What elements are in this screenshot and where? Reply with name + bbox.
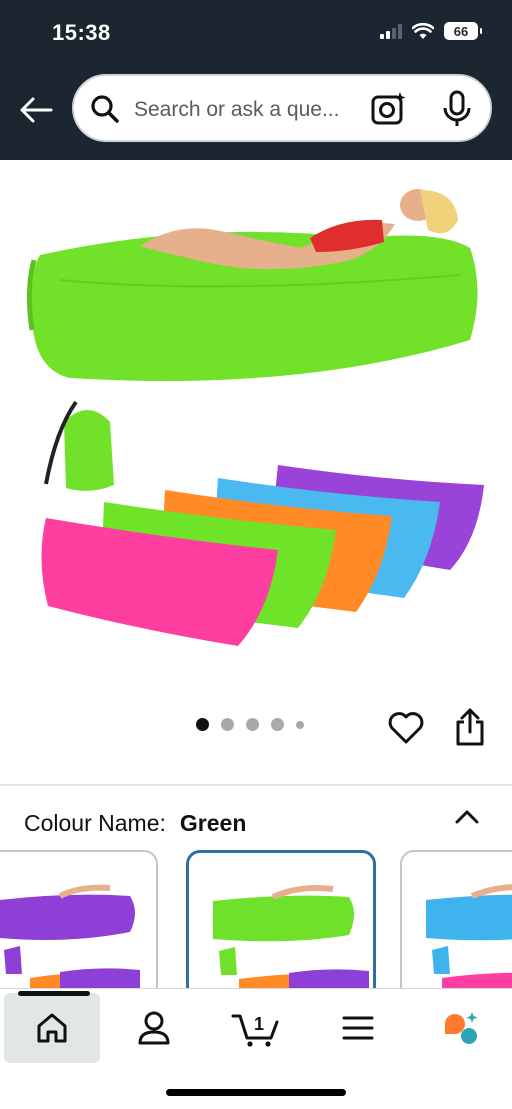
nav-menu[interactable] [310,993,406,1063]
nav-rufus-ai[interactable] [412,993,508,1063]
search-bar[interactable]: Search or ask a que... [72,74,492,142]
nav-cart[interactable]: 1 [208,993,304,1063]
status-bar: 15:38 66 [0,0,512,66]
hamburger-menu-icon [342,1016,374,1040]
camera-search-icon[interactable] [370,90,408,128]
chevron-up-icon[interactable] [452,804,482,828]
search-icon [91,95,119,123]
carousel-dot[interactable] [296,720,304,729]
ai-assistant-icon [445,1012,478,1044]
cellular-signal-icon [380,23,402,39]
carousel-dot[interactable] [271,718,284,731]
colour-name-row: Colour Name: Green [24,810,246,837]
back-button[interactable] [16,92,56,128]
share-icon [456,708,484,746]
battery-level: 66 [453,23,469,39]
search-header: Search or ask a que... [0,66,512,160]
arrow-left-icon [20,97,53,123]
person-icon [138,1011,170,1045]
wishlist-button[interactable] [386,708,426,748]
swatch-thumbnail [213,885,369,990]
nav-active-indicator [18,991,90,996]
colour-value: Green [179,810,247,836]
status-icons: 66 [380,22,482,40]
app-root: 15:38 66 Search or ask a que... Colour N… [0,0,512,1109]
swatch-blue[interactable] [400,850,512,990]
share-button[interactable] [452,706,492,748]
clock: 15:38 [52,20,111,45]
home-icon [37,1013,67,1043]
colour-swatches [0,850,512,990]
microphone-icon[interactable] [442,90,472,128]
product-gallery[interactable] [0,160,512,780]
swatch-green[interactable] [186,850,376,990]
carousel-dot[interactable] [221,718,234,731]
bottom-navigation: 1 [0,988,512,1109]
colour-label: Colour Name: [24,810,166,836]
battery-icon: 66 [444,22,482,40]
cart-count: 1 [254,1014,264,1034]
carousel-dots[interactable] [196,718,304,731]
search-input[interactable]: Search or ask a que... [134,98,339,122]
nav-account[interactable] [106,993,202,1063]
home-indicator [166,1089,346,1096]
wifi-icon [412,22,434,39]
swatch-thumbnail [0,884,140,990]
cart-icon: 1 [231,1014,279,1047]
carousel-dot[interactable] [246,718,259,731]
section-divider [0,784,512,786]
product-image[interactable] [0,160,512,700]
nav-home[interactable] [4,991,100,1063]
carousel-dot[interactable] [196,718,209,731]
heart-icon [388,712,424,744]
swatch-thumbnail [426,884,512,990]
swatch-purple[interactable] [0,850,158,990]
